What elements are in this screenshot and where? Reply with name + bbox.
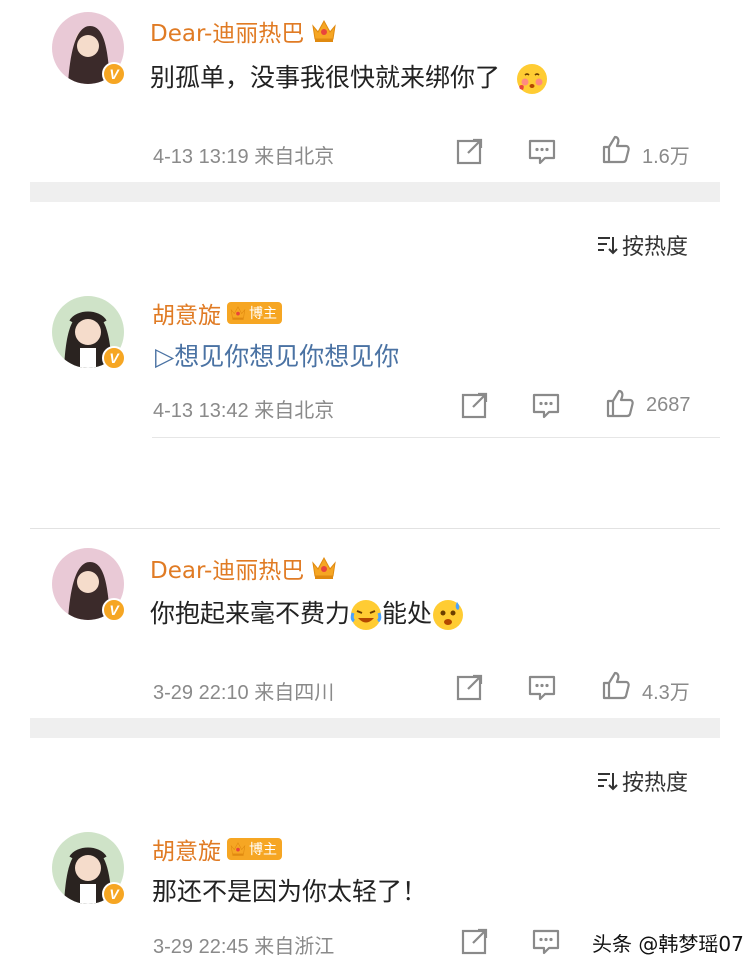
blush-face-emoji-icon — [516, 64, 547, 94]
sweat-face-emoji-icon — [433, 600, 464, 630]
share-icon[interactable] — [455, 672, 485, 702]
comment-icon[interactable] — [531, 926, 561, 956]
comment-icon[interactable] — [527, 672, 557, 702]
watermark: 头条 @韩梦瑶07 — [592, 932, 744, 956]
comment-text[interactable]: ▷想见你想见你想见你 — [155, 337, 399, 373]
crown-icon — [230, 306, 246, 321]
avatar[interactable]: V — [52, 12, 126, 86]
blogger-badge: 博主 — [227, 838, 282, 860]
verified-badge-icon: V — [102, 598, 126, 622]
section-divider — [30, 718, 720, 738]
section-divider — [30, 182, 720, 202]
like-icon[interactable] — [600, 670, 630, 700]
username[interactable]: Dear-迪丽热巴 — [150, 14, 338, 48]
verified-badge-icon: V — [102, 62, 126, 86]
comment-meta: 4-13 13:19 来自北京 — [153, 144, 335, 168]
username[interactable]: 胡意旋 博主 — [152, 296, 282, 330]
comment-text: 别孤单，没事我很快就来绑你了 — [150, 58, 548, 95]
comment-icon[interactable] — [531, 390, 561, 420]
username[interactable]: 胡意旋 博主 — [152, 832, 282, 866]
crown-icon — [230, 842, 246, 857]
like-count: 4.3万 — [642, 682, 690, 704]
verified-badge-icon: V — [102, 882, 126, 906]
avatar[interactable]: V — [52, 296, 126, 370]
comment-text: 那还不是因为你太轻了！ — [152, 877, 428, 906]
share-icon[interactable] — [460, 926, 490, 956]
sort-by-heat-button[interactable]: 按热度 — [596, 765, 688, 797]
avatar[interactable]: V — [52, 548, 126, 622]
like-icon[interactable] — [600, 134, 630, 164]
comment-icon[interactable] — [527, 136, 557, 166]
comment-meta: 4-13 13:42 来自北京 — [153, 398, 335, 422]
section-divider — [30, 528, 720, 529]
crown-icon — [312, 20, 336, 43]
laughing-crying-emoji-icon — [350, 600, 382, 630]
crown-icon — [312, 557, 336, 580]
share-icon[interactable] — [460, 390, 490, 420]
avatar[interactable]: V — [52, 832, 126, 906]
sort-icon — [598, 237, 618, 255]
sort-icon — [598, 773, 618, 791]
comment-meta: 3-29 22:10 来自四川 — [153, 680, 335, 704]
like-count: 1.6万 — [642, 146, 690, 168]
share-icon[interactable] — [455, 136, 485, 166]
divider — [152, 437, 720, 438]
verified-badge-icon: V — [102, 346, 126, 370]
sort-by-heat-button[interactable]: 按热度 — [596, 229, 688, 261]
blogger-badge: 博主 — [227, 302, 282, 324]
username[interactable]: Dear-迪丽热巴 — [150, 551, 338, 585]
like-count: 2687 — [646, 394, 691, 416]
like-icon[interactable] — [604, 388, 634, 418]
comment-text: 你抱起来毫不费力 能处 — [150, 594, 464, 631]
comment-meta: 3-29 22:45 来自浙江 — [153, 934, 335, 958]
